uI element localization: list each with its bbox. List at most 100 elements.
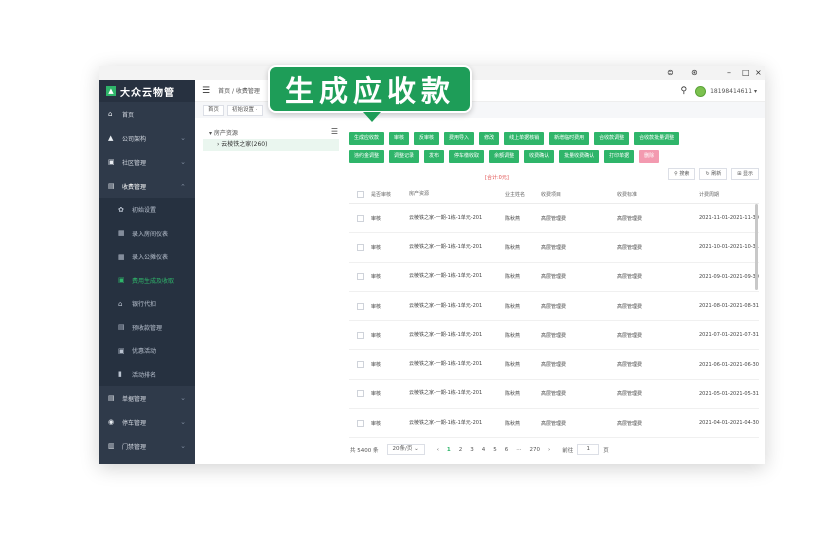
row-checkbox[interactable] — [356, 273, 364, 281]
header-standard[interactable]: 收费标准 — [617, 191, 699, 198]
tree-root[interactable]: ▾ 房产资源 — [209, 128, 238, 137]
balance-adjust-button[interactable]: 余额调整 — [489, 150, 520, 163]
menu-toggle-icon[interactable]: ☰ — [202, 86, 210, 96]
adjust-log-button[interactable]: 调整记录 — [389, 150, 420, 163]
sidebar-item-docs[interactable]: ▤ 单据管理 ⌄ — [99, 386, 195, 410]
combined-adjust-button[interactable]: 合收款调整 — [594, 132, 630, 145]
header-period[interactable]: 计费周期 — [699, 191, 759, 198]
select-all-checkbox[interactable] — [356, 191, 364, 198]
header-audit[interactable]: 是否审核 — [371, 191, 409, 198]
penalty-adjust-button[interactable]: 违约金调整 — [349, 150, 385, 163]
row-checkbox[interactable] — [356, 302, 364, 310]
tag-initial-settings[interactable]: 初始设置 · — [227, 104, 263, 116]
sidebar-item-door[interactable]: ▥ 门禁管理 ⌄ — [99, 434, 195, 458]
sidebar-item-parking[interactable]: ◉ 停车管理 ⌄ — [99, 410, 195, 434]
sidebar-sub-promo[interactable]: ▣ 优惠活动 — [99, 339, 195, 363]
sidebar-sub-room-meter[interactable]: ▦ 录入房间仪表 — [99, 221, 195, 245]
window-pin-icon[interactable]: ⊜ — [667, 67, 674, 79]
unaudit-button[interactable]: 反审核 — [414, 132, 440, 145]
delete-button[interactable]: 删除 — [639, 150, 660, 163]
refresh-button[interactable]: ↻ 刷新 — [699, 168, 728, 180]
tree-node[interactable]: › 云棱铁之家(260) — [203, 139, 339, 151]
fee-import-button[interactable]: 费用导入 — [444, 132, 475, 145]
table-row[interactable]: 审核 云棱铁之家-一期-1栋-1单元-201 陈秋燕 高层管理费 高层管理费 2… — [349, 380, 759, 410]
door-icon: ▥ — [108, 442, 115, 450]
meter-icon: ▦ — [118, 252, 125, 261]
cell-standard: 高层管理费 — [617, 362, 643, 369]
table-row[interactable]: 审核 云棱铁之家-一期-1栋-1单元-201 陈秋燕 高层管理费 高层管理费 2… — [349, 321, 759, 351]
publish-button[interactable]: 发布 — [424, 150, 445, 163]
row-checkbox[interactable] — [356, 331, 364, 339]
search-icon[interactable]: ⚲ — [680, 86, 687, 96]
jump-page-input[interactable]: 1 — [577, 444, 600, 455]
row-checkbox[interactable] — [356, 243, 364, 251]
sidebar-sub-prepay[interactable]: ▤ 预收款管理 — [99, 315, 195, 339]
row-checkbox[interactable] — [356, 214, 364, 222]
search-button[interactable]: ⚲ 搜索 — [668, 168, 696, 180]
header-resource[interactable]: 房产资源 — [409, 190, 505, 199]
main-content: 生成应收款 审核 反审核 费用导入 修改 线上单据核销 新增临时费用 合收款调整… — [347, 124, 765, 464]
header-owner[interactable]: 业主姓名 — [505, 191, 541, 198]
minimize-icon[interactable]: – — [727, 67, 731, 79]
cell-item: 高层管理费 — [541, 362, 567, 369]
cell-period: 2021-05-01-2021-05-31 — [699, 390, 759, 397]
page-size-select[interactable]: 20条/页 ⌄ — [386, 444, 425, 455]
page-3[interactable]: 3 — [470, 447, 474, 453]
parking-collect-button[interactable]: 停车缴收取 — [449, 150, 485, 163]
row-checkbox[interactable] — [356, 361, 364, 369]
sidebar-sub-initial-settings[interactable]: ✿ 初始设置 — [99, 198, 195, 222]
page-6[interactable]: 6 — [505, 447, 509, 453]
batch-confirm-button[interactable]: 批量收费确认 — [559, 150, 600, 163]
generate-receivable-button[interactable]: 生成应收款 — [349, 132, 385, 145]
maximize-icon[interactable]: □ — [742, 67, 750, 79]
row-check-cell — [349, 243, 371, 251]
sidebar-sub-shared-meter[interactable]: ▦ 录入公摊仪表 — [99, 245, 195, 269]
prev-page-button[interactable]: ‹ — [437, 447, 439, 453]
window-settings-icon[interactable]: ⊛ — [691, 67, 698, 79]
sidebar-sub-fee-generate[interactable]: ▣ 费用生成及收取 — [99, 268, 195, 292]
columns-button[interactable]: ⊞ 显示 — [731, 168, 759, 180]
table-row[interactable]: 审核 云棱铁之家-一期-1栋-1单元-201 陈秋燕 高层管理费 高层管理费 2… — [349, 204, 759, 234]
online-writeoff-button[interactable]: 线上单据核销 — [504, 132, 545, 145]
page-270[interactable]: 270 — [530, 447, 541, 453]
table-row[interactable]: 审核 云棱铁之家-一期-1栋-1单元-201 陈秋燕 高层管理费 高层管理费 2… — [349, 350, 759, 380]
page-1[interactable]: 1 — [447, 447, 451, 453]
jump-suffix: 页 — [603, 447, 609, 454]
table-row[interactable]: 审核 云棱铁之家-一期-1栋-1单元-201 陈秋燕 高层管理费 高层管理费 2… — [349, 409, 759, 439]
sidebar-nav: ⌂ 首页 ▲ 公司架构 ⌄ ▣ 社区管理 ⌄ ▤ 收费管理 ⌄ ✿ 初始设置 ▦… — [99, 102, 195, 458]
print-button[interactable]: 打印单据 — [604, 150, 635, 163]
combined-batch-adjust-button[interactable]: 合收款批量调整 — [634, 132, 680, 145]
table-row[interactable]: 审核 云棱铁之家-一期-1栋-1单元-201 陈秋燕 高层管理费 高层管理费 2… — [349, 292, 759, 322]
sidebar-item-org[interactable]: ▲ 公司架构 ⌄ — [99, 126, 195, 150]
cell-audit: 审核 — [371, 332, 382, 339]
sidebar-sub-rank[interactable]: ▮ 活动排名 — [99, 362, 195, 386]
user-phone[interactable]: 18198414611 ▾ — [710, 88, 757, 95]
tree-menu-icon[interactable]: ☰ — [331, 127, 338, 136]
tag-home[interactable]: 首页 — [203, 104, 225, 116]
table-row[interactable]: 审核 云棱铁之家-一期-1栋-1单元-201 陈秋燕 高层管理费 高层管理费 2… — [349, 263, 759, 292]
page-2[interactable]: 2 — [459, 447, 463, 453]
add-temp-fee-button[interactable]: 新增临时费用 — [549, 132, 590, 145]
table-header: 是否审核 房产资源 业主姓名 收费项目 收费标准 计费周期 — [349, 186, 759, 204]
page-4[interactable]: 4 — [482, 447, 486, 453]
next-page-button[interactable]: › — [548, 447, 550, 453]
edit-button[interactable]: 修改 — [479, 132, 500, 145]
sidebar-sub-bank[interactable]: ⌂ 银行代扣 — [99, 292, 195, 316]
row-check-cell — [349, 361, 371, 369]
row-checkbox[interactable] — [356, 419, 364, 427]
row-check-cell — [349, 331, 371, 339]
charge-confirm-button[interactable]: 收费确认 — [524, 150, 555, 163]
vertical-scrollbar[interactable] — [755, 204, 758, 290]
table-row[interactable]: 审核 云棱铁之家-一期-1栋-1单元-201 陈秋燕 高层管理费 高层管理费 2… — [349, 233, 759, 263]
header-item[interactable]: 收费项目 — [541, 191, 617, 198]
avatar[interactable] — [695, 85, 707, 97]
audit-button[interactable]: 审核 — [389, 132, 410, 145]
close-icon[interactable]: × — [755, 67, 762, 79]
sidebar-item-home[interactable]: ⌂ 首页 — [99, 102, 195, 126]
page-5[interactable]: 5 — [493, 447, 497, 453]
sidebar-item-billing[interactable]: ▤ 收费管理 ⌄ — [99, 174, 195, 198]
sidebar-item-community[interactable]: ▣ 社区管理 ⌄ — [99, 150, 195, 174]
org-icon: ▲ — [108, 134, 114, 142]
row-checkbox[interactable] — [356, 390, 364, 398]
page-ellipsis[interactable]: ··· — [516, 447, 521, 453]
